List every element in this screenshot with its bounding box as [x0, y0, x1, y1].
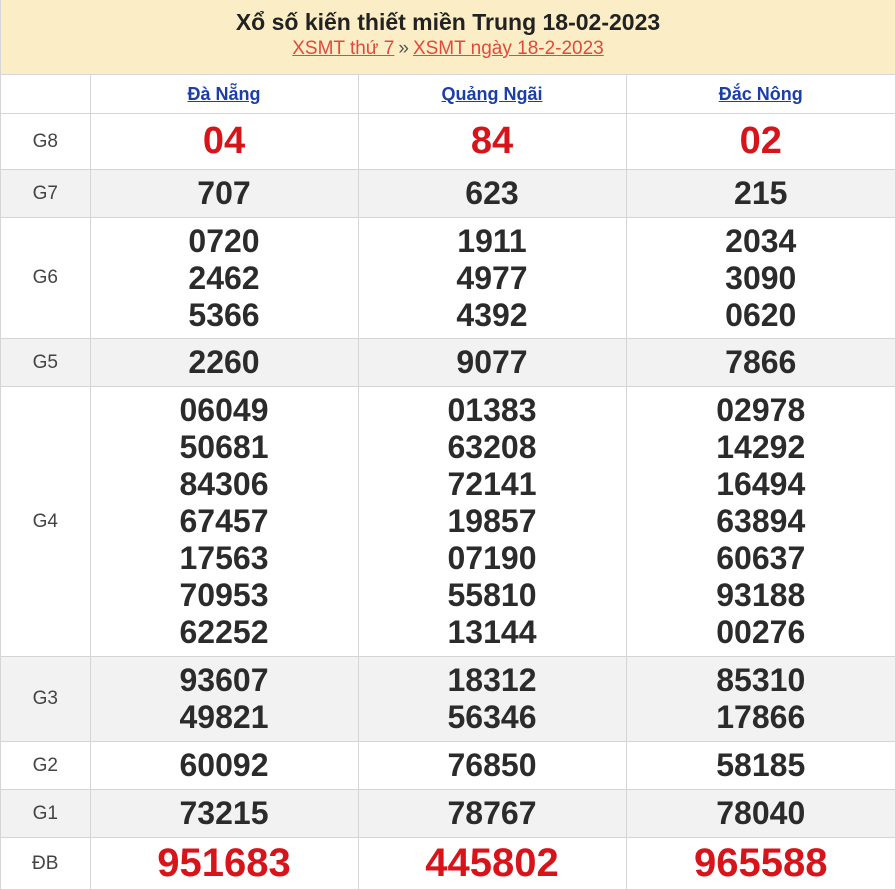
prize-value: 02978: [716, 392, 806, 428]
prize-label: G8: [1, 113, 91, 170]
special-prize-value: 445802: [357, 837, 627, 890]
prize-value: 93607: [179, 662, 269, 698]
prize-cell: 02978 14292 16494 63894 60637 93188 0027…: [625, 386, 895, 657]
prize-value: 2462: [188, 259, 260, 296]
empty-header-cell: [1, 75, 91, 114]
prize-row-g3: G3 93607 49821 18312 56346 85310 17866: [1, 656, 895, 742]
prize-value: 07190: [447, 540, 537, 576]
prize-value: 76850: [357, 741, 627, 790]
prize-value: 85310: [716, 662, 806, 698]
special-prize-value: 951683: [89, 837, 359, 890]
prize-value: 49821: [179, 699, 269, 735]
prize-value: 5366: [188, 296, 260, 333]
prize-row-g7: G7 707 623 215: [1, 169, 895, 218]
breadcrumb-separator: »: [398, 38, 409, 59]
prize-value: 0620: [725, 296, 797, 333]
prize-value: 16494: [716, 466, 806, 502]
prize-value: 78767: [357, 789, 627, 838]
prize-value: 215: [625, 169, 895, 218]
province-link-da-nang[interactable]: Đà Nẵng: [187, 84, 260, 104]
province-link-dac-nong[interactable]: Đắc Nông: [719, 84, 803, 104]
prize-value: 17563: [179, 540, 269, 576]
prize-row-g5: G5 2260 9077 7866: [1, 338, 895, 387]
prize-row-g6: G6 0720 2462 5366 1911 4977 4392 2034 30…: [1, 217, 895, 339]
prize-cell: 1911 4977 4392: [357, 217, 627, 339]
prize-value: 0720: [188, 222, 260, 259]
prize-value: 2260: [89, 338, 359, 387]
prize-value: 60092: [89, 741, 359, 790]
prize-value: 84306: [179, 466, 269, 502]
xsmt-day-link[interactable]: XSMT thứ 7: [292, 38, 394, 59]
prize-label: G7: [1, 169, 91, 218]
prize-label: G2: [1, 741, 91, 790]
prize-value: 93188: [716, 577, 806, 613]
prize-value: 18312: [447, 662, 537, 698]
prize-cell: 06049 50681 84306 67457 17563 70953 6225…: [89, 386, 359, 657]
prize-value: 84: [357, 113, 627, 170]
prize-value: 707: [89, 169, 359, 218]
prize-value: 2034: [725, 222, 797, 259]
prize-value: 06049: [179, 392, 269, 428]
page-title: Xổ số kiến thiết miền Trung 18-02-2023: [235, 9, 661, 35]
prize-value: 56346: [447, 699, 537, 735]
prize-value: 4977: [456, 259, 528, 296]
prize-label: G5: [1, 338, 91, 387]
prize-value: 9077: [357, 338, 627, 387]
prize-value: 73215: [89, 789, 359, 838]
xsmt-date-link[interactable]: XSMT ngày 18-2-2023: [413, 38, 604, 59]
results-header: Xổ số kiến thiết miền Trung 18-02-2023 X…: [1, 0, 895, 75]
province-link-quang-ngai[interactable]: Quảng Ngãi: [441, 84, 542, 104]
province-header: Quảng Ngãi: [357, 75, 627, 114]
prize-value: 13144: [447, 614, 537, 650]
breadcrumb: XSMT thứ 7» XSMT ngày 18-2-2023: [1, 36, 895, 62]
prize-label: G3: [1, 656, 91, 742]
prize-row-special: ĐB 951683 445802 965588: [1, 837, 895, 890]
prize-value: 01383: [447, 392, 537, 428]
prize-value: 62252: [179, 614, 269, 650]
prize-value: 14292: [716, 429, 806, 465]
prize-value: 00276: [716, 614, 806, 650]
prize-cell: 2034 3090 0620: [625, 217, 895, 339]
prize-cell: 85310 17866: [625, 656, 895, 742]
prize-label: G6: [1, 217, 91, 339]
prize-value: 70953: [179, 577, 269, 613]
prize-cell: 93607 49821: [89, 656, 359, 742]
prize-value: 60637: [716, 540, 806, 576]
prize-value: 63894: [716, 503, 806, 539]
prize-row-g1: G1 73215 78767 78040: [1, 789, 895, 838]
prize-value: 7866: [625, 338, 895, 387]
prize-value: 72141: [447, 466, 537, 502]
prize-value: 63208: [447, 429, 537, 465]
prize-value: 4392: [456, 296, 528, 333]
prize-value: 50681: [179, 429, 269, 465]
prize-value: 623: [357, 169, 627, 218]
special-prize-value: 965588: [625, 837, 895, 890]
prize-row-g8: G8 04 84 02: [1, 113, 895, 170]
prize-value: 3090: [725, 259, 797, 296]
prize-cell: 18312 56346: [357, 656, 627, 742]
province-header: Đà Nẵng: [89, 75, 359, 114]
prize-row-g2: G2 60092 76850 58185: [1, 741, 895, 790]
prize-value: 19857: [447, 503, 537, 539]
prize-value: 55810: [447, 577, 537, 613]
results-table: Đà Nẵng Quảng Ngãi Đắc Nông G8 04 84 02 …: [1, 75, 895, 890]
province-header: Đắc Nông: [625, 75, 895, 114]
prize-value: 17866: [716, 699, 806, 735]
prize-label: G4: [1, 386, 91, 657]
prize-label: G1: [1, 789, 91, 838]
province-header-row: Đà Nẵng Quảng Ngãi Đắc Nông: [1, 75, 895, 114]
prize-value: 67457: [179, 503, 269, 539]
prize-label: ĐB: [1, 837, 91, 890]
prize-row-g4: G4 06049 50681 84306 67457 17563 70953 6…: [1, 386, 895, 657]
prize-value: 78040: [625, 789, 895, 838]
prize-value: 04: [89, 113, 359, 170]
prize-value: 02: [625, 113, 895, 170]
prize-value: 1911: [457, 222, 527, 259]
prize-cell: 01383 63208 72141 19857 07190 55810 1314…: [357, 386, 627, 657]
prize-cell: 0720 2462 5366: [89, 217, 359, 339]
prize-value: 58185: [625, 741, 895, 790]
